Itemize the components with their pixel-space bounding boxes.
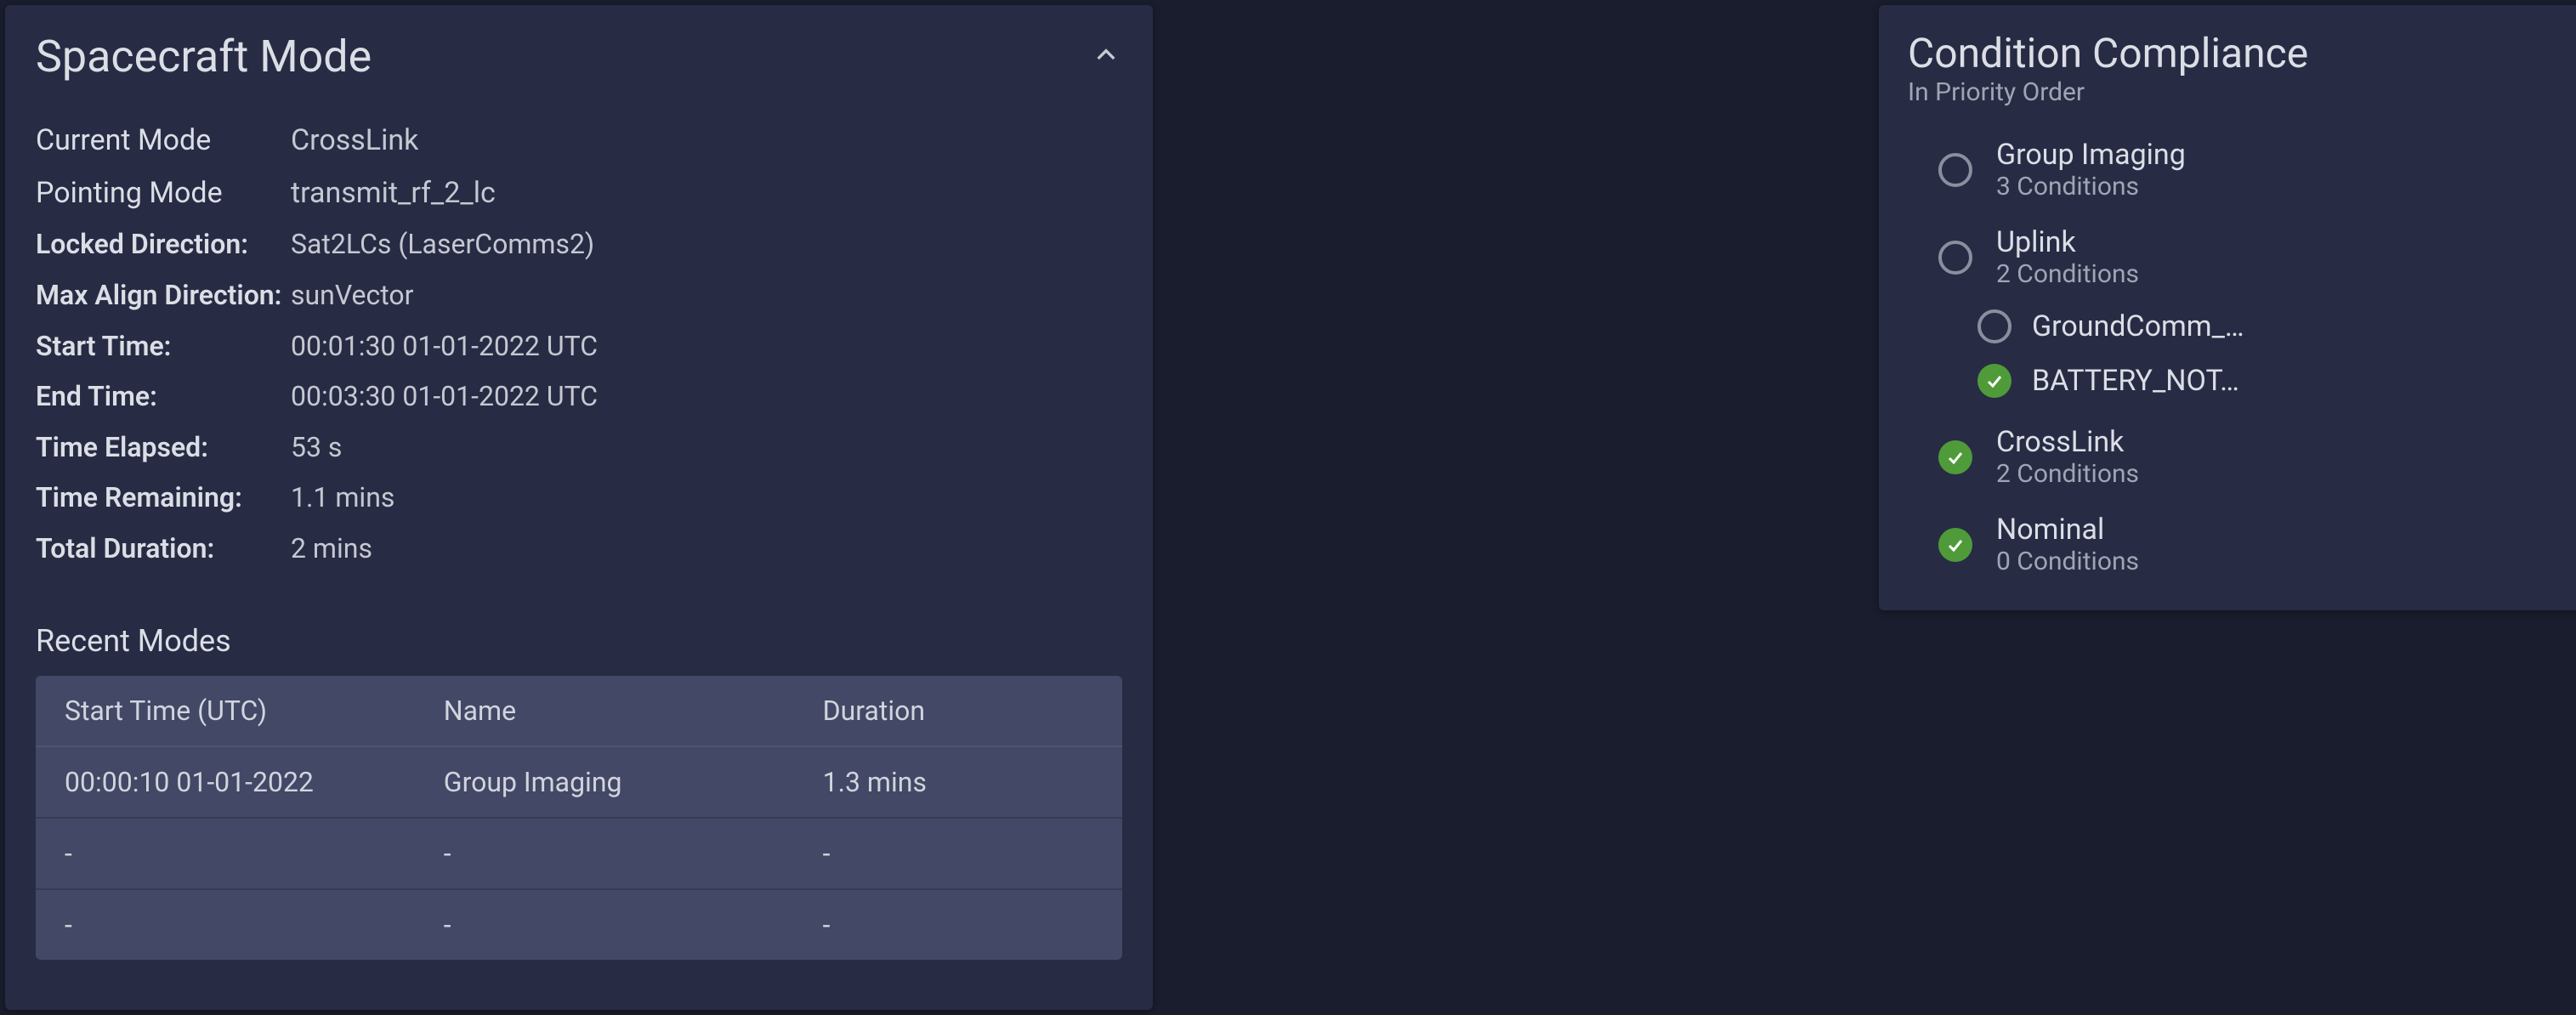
circle-empty-icon <box>1977 309 2011 343</box>
circle-empty-icon <box>1938 153 1972 187</box>
condition-count: 3 Conditions <box>1996 172 2554 201</box>
cell-name: Group Imaging <box>444 766 823 798</box>
condition-subitem-battery[interactable]: BATTERY_NOT… <box>1977 364 2576 398</box>
time-elapsed-value: 53 s <box>291 425 1122 471</box>
end-time-label: End Time: <box>36 374 291 420</box>
cell-start: - <box>65 909 444 941</box>
table-row[interactable]: - - - <box>36 819 1122 890</box>
recent-modes-table: Start Time (UTC) Name Duration 00:00:10 … <box>36 676 1122 960</box>
check-circle-icon <box>1938 528 1972 562</box>
condition-name: CrossLink <box>1996 425 2554 459</box>
condition-text: Uplink 2 Conditions <box>1996 225 2554 289</box>
total-duration-label: Total Duration: <box>36 526 291 572</box>
condition-name: Uplink <box>1996 225 2554 259</box>
check-circle-icon <box>1977 364 2011 398</box>
condition-compliance-list: Group Imaging 3 Conditions Uplink 2 Cond… <box>1908 138 2576 576</box>
condition-item-crosslink[interactable]: CrossLink 2 Conditions <box>1935 425 2576 489</box>
cell-name: - <box>444 909 823 941</box>
circle-empty-icon <box>1938 241 1972 275</box>
condition-item-group-imaging[interactable]: Group Imaging 3 Conditions <box>1935 138 2576 201</box>
condition-item-uplink[interactable]: Uplink 2 Conditions <box>1935 225 2576 289</box>
condition-count: 0 Conditions <box>1996 547 2576 576</box>
subcondition-name: BATTERY_NOT… <box>2032 364 2239 398</box>
recent-modes-title: Recent Modes <box>36 623 1122 659</box>
col-name: Name <box>444 695 823 727</box>
status-icon-ok <box>1977 364 2011 398</box>
spacecraft-mode-header: Spacecraft Mode <box>36 31 1122 82</box>
spacecraft-mode-title: Spacecraft Mode <box>36 31 372 82</box>
status-icon-empty <box>1935 150 1976 190</box>
total-duration-value: 2 mins <box>291 526 1122 572</box>
time-remaining-value: 1.1 mins <box>291 475 1122 521</box>
pointing-mode-label: Pointing Mode <box>36 169 291 217</box>
status-icon-empty <box>1977 309 2011 343</box>
condition-name: Nominal <box>1996 513 2576 547</box>
condition-name: Group Imaging <box>1996 138 2554 172</box>
pointing-mode-value: transmit_rf_2_lc <box>291 169 1122 217</box>
locked-direction-label: Locked Direction: <box>36 222 291 268</box>
condition-item-nominal[interactable]: Nominal 0 Conditions <box>1935 513 2576 576</box>
condition-text: Nominal 0 Conditions <box>1996 513 2576 576</box>
status-icon-ok <box>1935 525 1976 565</box>
recent-modes-header-row: Start Time (UTC) Name Duration <box>36 676 1122 747</box>
condition-compliance-subtitle: In Priority Order <box>1908 77 2576 107</box>
subcondition-name: GroundComm_… <box>2032 309 2244 343</box>
start-time-label: Start Time: <box>36 324 291 370</box>
cell-duration: - <box>823 909 1093 941</box>
status-icon-ok <box>1935 437 1976 478</box>
table-row[interactable]: - - - <box>36 890 1122 960</box>
time-elapsed-label: Time Elapsed: <box>36 425 291 471</box>
cell-start: - <box>65 837 444 870</box>
check-circle-icon <box>1938 440 1972 474</box>
col-start-time: Start Time (UTC) <box>65 695 444 727</box>
start-time-value: 00:01:30 01-01-2022 UTC <box>291 324 1122 370</box>
condition-compliance-title: Condition Compliance <box>1908 29 2576 77</box>
cell-start: 00:00:10 01-01-2022 <box>65 766 444 798</box>
time-remaining-label: Time Remaining: <box>36 475 291 521</box>
cell-duration: - <box>823 837 1093 870</box>
condition-count: 2 Conditions <box>1996 459 2554 489</box>
condition-text: CrossLink 2 Conditions <box>1996 425 2554 489</box>
end-time-value: 00:03:30 01-01-2022 UTC <box>291 374 1122 420</box>
current-mode-label: Current Mode <box>36 116 291 164</box>
spacecraft-mode-fields: Current Mode CrossLink Pointing Mode tra… <box>36 116 1122 572</box>
cell-name: - <box>444 837 823 870</box>
locked-direction-value: Sat2LCs (LaserComms2) <box>291 222 1122 268</box>
cell-duration: 1.3 mins <box>823 766 1093 798</box>
table-row[interactable]: 00:00:10 01-01-2022 Group Imaging 1.3 mi… <box>36 747 1122 819</box>
condition-count: 2 Conditions <box>1996 259 2554 289</box>
current-mode-value: CrossLink <box>291 116 1122 164</box>
collapse-spacecraft-mode-button[interactable] <box>1090 41 1122 73</box>
condition-subitem-groundcomm[interactable]: GroundComm_… <box>1977 309 2576 343</box>
col-duration: Duration <box>823 695 1093 727</box>
uplink-children: GroundComm_… BATTERY_NOT… <box>1935 309 2576 398</box>
max-align-direction-value: sunVector <box>291 273 1122 319</box>
condition-compliance-panel: Condition Compliance In Priority Order G… <box>1879 5 2576 610</box>
spacecraft-mode-panel: Spacecraft Mode Current Mode CrossLink P… <box>5 5 1153 1010</box>
max-align-direction-label: Max Align Direction: <box>36 273 291 319</box>
chevron-up-icon <box>1092 42 1120 72</box>
status-icon-empty <box>1935 237 1976 278</box>
condition-text: Group Imaging 3 Conditions <box>1996 138 2554 201</box>
